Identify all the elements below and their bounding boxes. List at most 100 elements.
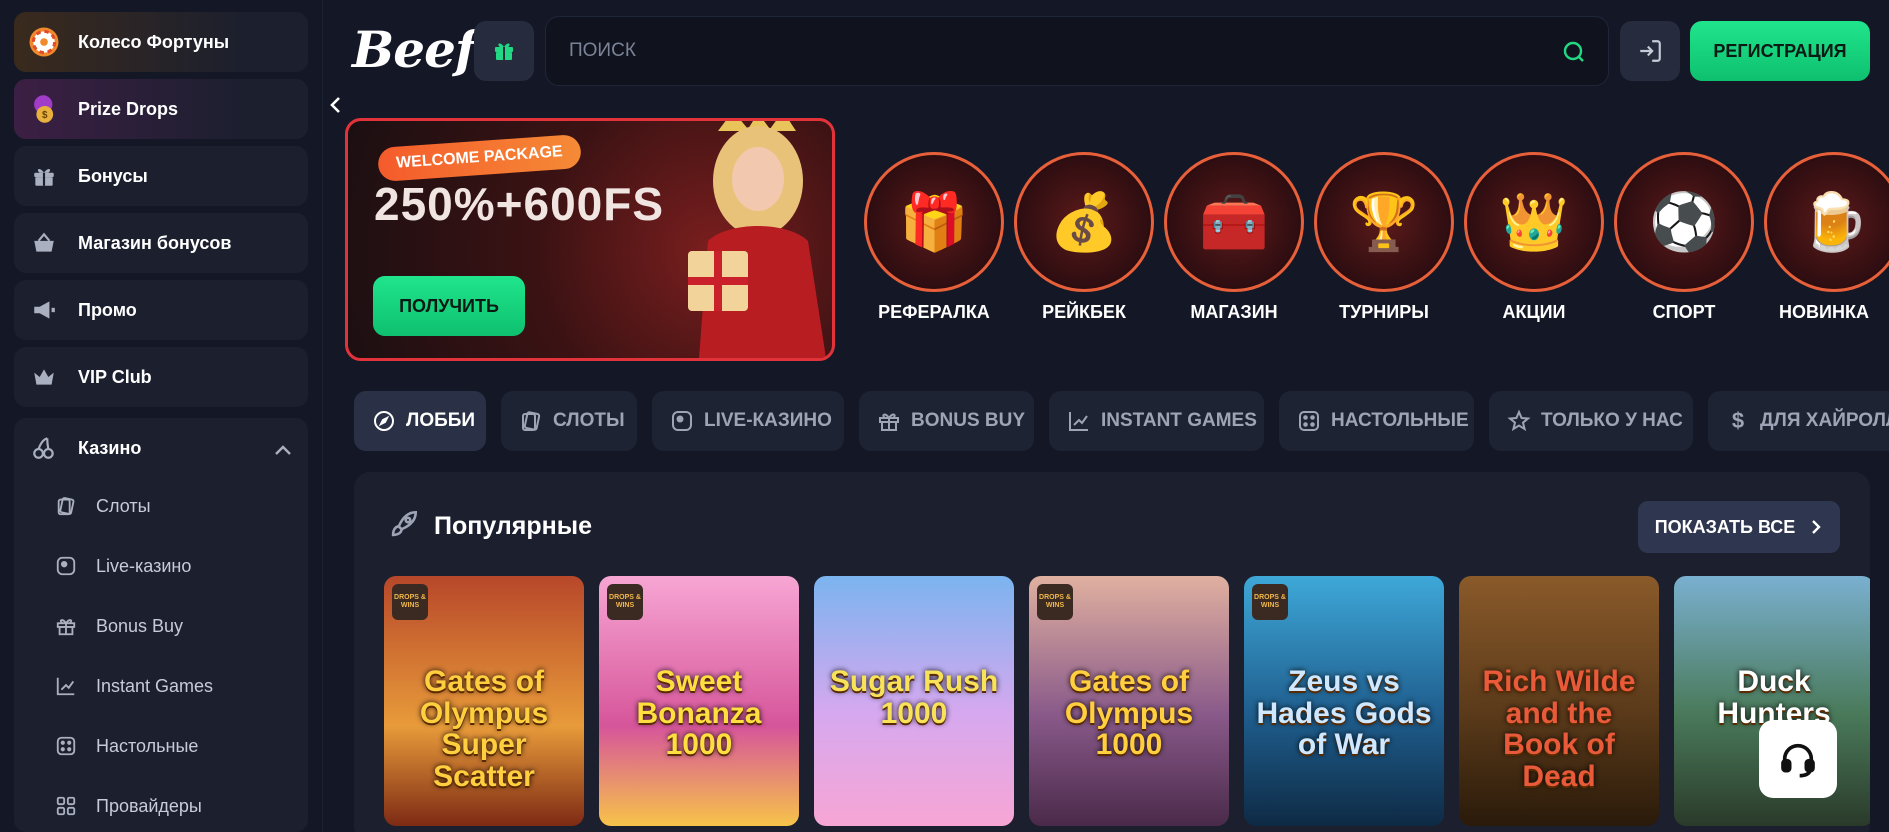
treasure-chest-icon: 💰 [1014, 152, 1154, 292]
sidebar-item-label: Слоты [96, 495, 151, 516]
cards-icon [54, 494, 78, 518]
tab-exclusive[interactable]: ТОЛЬКО У НАС [1489, 391, 1693, 451]
tab-instant-games[interactable]: INSTANT GAMES [1049, 391, 1264, 451]
game-card[interactable]: Sugar Rush 1000 [814, 576, 1014, 826]
cherries-icon [28, 432, 60, 464]
game-card[interactable]: DROPS & WINS Sweet Bonanza 1000 [599, 576, 799, 826]
sidebar-item-label: VIP Club [78, 366, 152, 387]
category-sport[interactable]: ⚽ СПОРТ [1614, 152, 1754, 332]
tab-label: BONUS BUY [911, 410, 1026, 431]
prize-drops-icon: $ [28, 93, 60, 125]
sidebar-item-label: Колесо Фортуны [78, 31, 230, 52]
soccer-ball-icon: ⚽ [1614, 152, 1754, 292]
trophy-icon: 🏆 [1314, 152, 1454, 292]
live-icon [670, 408, 694, 434]
search-bar [545, 16, 1609, 86]
sidebar-item-bonus-buy[interactable]: Bonus Buy [54, 606, 183, 646]
support-chat-button[interactable] [1759, 720, 1837, 798]
show-all-button[interactable]: ПОКАЗАТЬ ВСЕ [1638, 501, 1840, 553]
cards-icon [519, 408, 543, 434]
welcome-banner[interactable]: WELCOME PACKAGE 250%+600FS ПОЛУЧИТЬ [345, 118, 835, 361]
tab-bonus-buy[interactable]: BONUS BUY [859, 391, 1034, 451]
crown-icon: 👑 [1464, 152, 1604, 292]
shopping-basket-icon [28, 227, 60, 259]
tab-label: СЛОТЫ [553, 410, 625, 431]
collapse-sidebar-button[interactable] [323, 85, 347, 125]
tab-label: LIVE-КАЗИНО [704, 410, 832, 431]
chevron-up-icon [274, 440, 292, 461]
category-new[interactable]: 🍺 НОВИНКА [1764, 152, 1889, 332]
sidebar-item-label: Bonus Buy [96, 615, 184, 636]
tab-label: INSTANT GAMES [1101, 410, 1257, 431]
casino-label: Казино [78, 437, 142, 458]
drops-wins-badge: DROPS & WINS [1037, 584, 1073, 620]
popular-section: Популярные ПОКАЗАТЬ ВСЕ DROPS & WINS Gat… [354, 472, 1870, 832]
sidebar-item-providers[interactable]: Провайдеры [54, 786, 202, 826]
game-card[interactable]: Rich Wilde and the Book of Dead [1459, 576, 1659, 826]
headset-icon [1781, 743, 1815, 778]
promo-amount: 250%+600FS [374, 178, 665, 230]
category-tournaments[interactable]: 🏆 ТУРНИРЫ [1314, 152, 1454, 332]
tab-lobby[interactable]: ЛОББИ [354, 391, 486, 451]
register-button[interactable]: РЕГИСТРАЦИЯ [1690, 21, 1870, 81]
compass-icon [372, 408, 396, 434]
search-icon[interactable] [1562, 40, 1586, 69]
gift-icon [495, 43, 513, 60]
tab-slots[interactable]: СЛОТЫ [501, 391, 637, 451]
chevron-right-icon [1812, 520, 1821, 534]
game-title: Rich Wilde and the Book of Dead [1482, 665, 1636, 793]
sidebar-item-live-casino[interactable]: Live-казино [54, 546, 191, 586]
claim-button[interactable]: ПОЛУЧИТЬ [373, 276, 525, 336]
gift-button[interactable] [474, 21, 534, 81]
live-icon [54, 554, 78, 578]
tab-live-casino[interactable]: LIVE-КАЗИНО [652, 391, 844, 451]
star-icon [1507, 408, 1531, 434]
sidebar-item-label: Промо [78, 299, 137, 320]
dollar-icon: $ [1726, 408, 1750, 434]
sidebar-item-label: Магазин бонусов [78, 232, 232, 253]
login-button[interactable] [1620, 21, 1680, 81]
category-label: НОВИНКА [1779, 302, 1869, 322]
drops-wins-badge: DROPS & WINS [607, 584, 643, 620]
game-card[interactable]: DROPS & WINS Gates of Olympus 1000 [1029, 576, 1229, 826]
tab-table-games[interactable]: НАСТОЛЬНЫЕ [1279, 391, 1474, 451]
beer-icon: 🍺 [1764, 152, 1889, 292]
login-icon [1640, 40, 1661, 62]
promo-model-image [688, 121, 826, 358]
category-referral[interactable]: 🎁 РЕФЕРАЛКА [864, 152, 1004, 332]
gift-icon [54, 614, 78, 638]
crown-icon [28, 361, 60, 393]
game-title: Sugar Rush 1000 [829, 665, 999, 730]
sidebar-item-bonuses[interactable]: Бонусы [14, 146, 308, 206]
tab-high-rollers[interactable]: $ ДЛЯ ХАЙРОЛЛЕРОВ [1708, 391, 1889, 451]
grid-icon [54, 794, 78, 818]
show-all-label: ПОКАЗАТЬ ВСЕ [1654, 516, 1796, 537]
sidebar-item-promo[interactable]: Промо [14, 280, 308, 340]
category-rakeback[interactable]: 💰 РЕЙКБЕК [1014, 152, 1154, 332]
game-title: Sweet Bonanza 1000 [636, 665, 762, 761]
megaphone-icon [28, 294, 60, 326]
sidebar-item-table-games[interactable]: Настольные [54, 726, 198, 766]
dice-icon [54, 734, 78, 758]
casino-toggle[interactable]: Казино [14, 418, 308, 478]
game-card[interactable]: DROPS & WINS Zeus vs Hades Gods of War [1244, 576, 1444, 826]
sidebar-item-vip-club[interactable]: VIP Club [14, 347, 308, 407]
search-input[interactable] [569, 40, 1549, 62]
sidebar-item-bonus-shop[interactable]: Магазин бонусов [14, 213, 308, 273]
sidebar-item-slots[interactable]: Слоты [54, 486, 151, 526]
site-logo[interactable]: Beef [352, 20, 476, 79]
toolbox-icon: 🧰 [1164, 152, 1304, 292]
drops-wins-badge: DROPS & WINS [392, 584, 428, 620]
promo-tag: WELCOME PACKAGE [377, 133, 582, 183]
tab-label: ДЛЯ ХАЙРОЛЛЕРОВ [1760, 410, 1889, 431]
category-shop[interactable]: 🧰 МАГАЗИН [1164, 152, 1304, 332]
game-card[interactable]: DROPS & WINS Gates of Olympus Super Scat… [384, 576, 584, 826]
sidebar-item-prize-drops[interactable]: $ Prize Drops [14, 79, 308, 139]
tab-label: ЛОББИ [406, 410, 476, 431]
svg-text:$: $ [1732, 409, 1744, 433]
sidebar-item-label: Prize Drops [78, 98, 179, 119]
casino-section: Казино Слоты Live-казино Bonus Buy Insta… [14, 418, 308, 832]
category-promotions[interactable]: 👑 АКЦИИ [1464, 152, 1604, 332]
sidebar-item-fortune-wheel[interactable]: Колесо Фортуны [14, 12, 308, 72]
sidebar-item-instant-games[interactable]: Instant Games [54, 666, 213, 706]
